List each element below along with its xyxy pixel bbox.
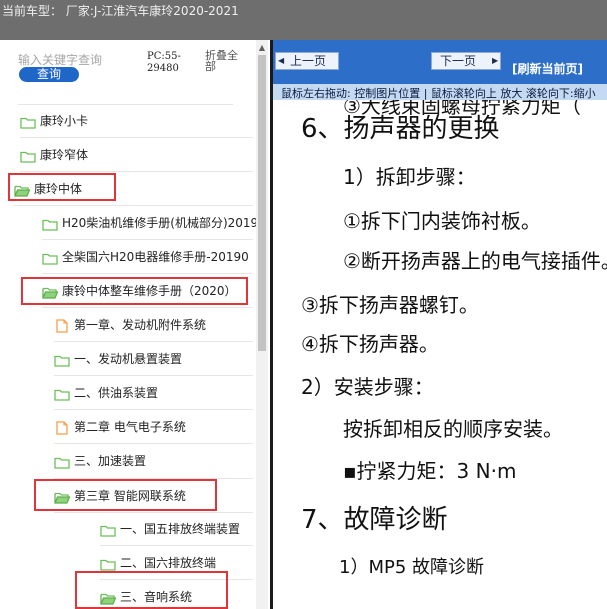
document-line: 1）拆卸步骤： xyxy=(343,165,476,189)
folder-icon xyxy=(54,386,70,401)
tree-divider xyxy=(54,443,253,444)
document-line: ②断开扬声器上的电气接插件。 xyxy=(343,249,607,273)
tree-item[interactable]: 二、供油系装置 xyxy=(54,382,158,402)
tree-divider xyxy=(20,171,253,172)
tree-item-label: H20柴油机维修手册(机械部分)2019 xyxy=(62,215,259,230)
document-line: 2）安装步骤： xyxy=(301,375,434,399)
next-page-button[interactable]: 下一页 ▶ xyxy=(431,52,501,70)
document-line: ▪拧紧力矩：3 N·m xyxy=(343,459,517,483)
tree-scrollbar[interactable]: ▲ xyxy=(256,40,268,609)
tree-divider xyxy=(42,273,253,274)
tree-item[interactable]: 一、发动机悬置装置 xyxy=(54,348,182,368)
tree-item-label: 第一章、发动机附件系统 xyxy=(74,317,207,332)
tree-divider xyxy=(100,545,253,546)
folder-icon xyxy=(100,556,116,571)
title-bar: 当前车型： 厂家:J-江淮汽车康玲2020-2021 xyxy=(0,0,607,40)
tree-divider xyxy=(54,341,253,342)
tree-divider xyxy=(18,104,233,105)
highlight-box xyxy=(8,173,116,201)
tree-item[interactable]: 三、加速装置 xyxy=(54,450,146,470)
tree-item[interactable]: 康玲小卡 xyxy=(20,110,88,130)
tree-item-label: 康玲窄体 xyxy=(40,147,89,162)
document-line: ①拆下门内装饰衬板。 xyxy=(343,209,541,233)
tree-divider xyxy=(54,409,253,410)
tree-item-label: 第二章 电气电子系统 xyxy=(74,419,186,434)
tree-divider xyxy=(42,307,253,308)
folder-icon xyxy=(42,250,58,265)
document-line: 1）MP5 故障诊断 xyxy=(339,557,485,579)
highlight-box xyxy=(75,571,228,609)
highlight-box xyxy=(21,277,248,305)
document-line: ④拆下扬声器。 xyxy=(301,332,439,356)
tree-divider xyxy=(54,512,253,513)
document-line: ③拆下扬声器螺钉。 xyxy=(301,293,479,317)
tree-item[interactable]: H20柴油机维修手册(机械部分)2019 xyxy=(42,212,258,232)
tree-item[interactable]: 第二章 电气电子系统 xyxy=(54,416,186,436)
refresh-page-link[interactable]: [刷新当前页] xyxy=(512,60,583,77)
page-toolbar: ◀ 上一页 下一页 ▶ [刷新当前页] xyxy=(273,40,607,84)
folder-icon xyxy=(20,148,36,163)
tree-item-label: 一、发动机悬置装置 xyxy=(74,351,183,366)
tree-item-label: 一、国五排放终端装置 xyxy=(120,521,241,536)
prev-page-button[interactable]: ◀ 上一页 xyxy=(275,52,339,70)
tree-item[interactable]: 一、国五排放终端装置 xyxy=(100,518,240,538)
tree-item-label: 二、国六排放终端 xyxy=(120,555,217,570)
scroll-thumb[interactable] xyxy=(258,55,266,351)
tree-item-label: 全柴国六H20电器维修手册-20190 xyxy=(62,249,249,264)
tree-item-label: 三、加速装置 xyxy=(74,453,147,468)
hint-bar: 鼠标左右拖动: 控制图片位置 | 鼠标滚轮向上 放大 滚轮向下:缩小 xyxy=(273,84,607,100)
document-icon xyxy=(54,318,70,333)
document-line: 6、扬声器的更换 xyxy=(301,114,500,145)
tree-divider xyxy=(20,137,253,138)
tree-divider xyxy=(54,375,253,376)
window-title: 当前车型： 厂家:J-江淮汽车康玲2020-2021 xyxy=(2,4,239,18)
hint-text: 鼠标左右拖动: 控制图片位置 | 鼠标滚轮向上 放大 滚轮向下:缩小 xyxy=(281,87,596,100)
tree-divider xyxy=(14,205,253,206)
document-panel: ◀ 上一页 下一页 ▶ [刷新当前页] 鼠标左右拖动: 控制图片位置 | 鼠标滚… xyxy=(270,40,607,609)
search-input[interactable] xyxy=(18,52,138,68)
folder-icon xyxy=(42,216,58,231)
prev-page-label: 上一页 xyxy=(290,54,327,68)
tree-item[interactable]: 第一章、发动机附件系统 xyxy=(54,314,206,334)
next-page-label: 下一页 xyxy=(440,54,477,68)
folder-icon xyxy=(100,522,116,537)
folder-icon xyxy=(20,114,36,129)
tree-item-label: 二、供油系装置 xyxy=(74,385,159,400)
highlight-box xyxy=(34,479,217,511)
folder-icon xyxy=(54,454,70,469)
tree-item[interactable]: 二、国六排放终端 xyxy=(100,552,216,572)
left-panel: 查询 PC:55-29480 折叠全部 康玲小卡康玲窄体康玲中体H20柴油机维修… xyxy=(0,40,270,609)
document-line: 按拆卸相反的顺序安装。 xyxy=(343,417,563,441)
tree-item[interactable]: 全柴国六H20电器维修手册-20190 xyxy=(42,246,249,266)
tree-item-label: 康玲小卡 xyxy=(40,113,89,128)
document-icon xyxy=(54,420,70,435)
folder-icon xyxy=(54,352,70,367)
tree-divider xyxy=(42,239,253,240)
document-page[interactable]: ③大线束固螺母拧紧力矩（ 6、扬声器的更换 1）拆卸步骤： ①拆下门内装饰衬板。 ②断… xyxy=(273,100,607,609)
tree-item[interactable]: 康玲窄体 xyxy=(20,144,88,164)
query-button[interactable]: 查询 xyxy=(19,67,79,82)
scroll-up-arrow-icon[interactable]: ▲ xyxy=(256,43,268,53)
document-line: 7、故障诊断 xyxy=(301,505,448,536)
pc-code: PC:55-29480 xyxy=(147,51,181,74)
arrow-left-icon: ◀ xyxy=(278,56,285,65)
collapse-all-link[interactable]: 折叠全部 xyxy=(205,50,245,72)
arrow-right-icon: ▶ xyxy=(492,56,499,65)
